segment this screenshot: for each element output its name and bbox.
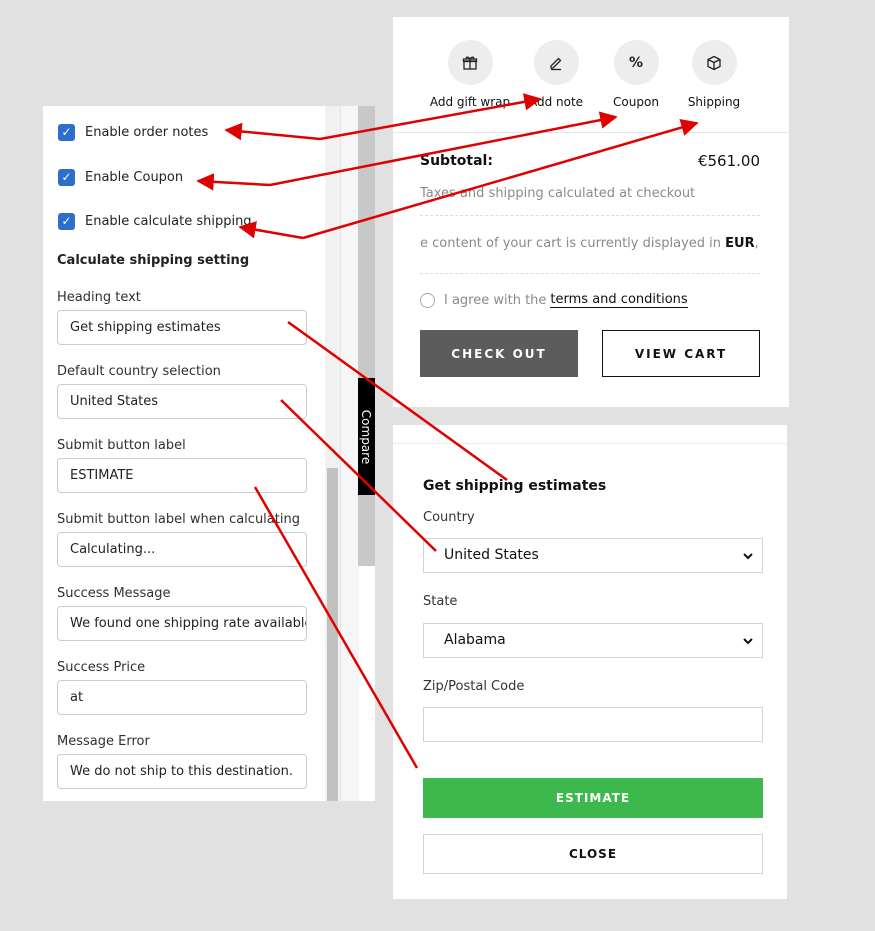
submit-calculating-label: Submit button label when calculating	[57, 512, 300, 527]
country-select[interactable]: United States	[423, 538, 763, 573]
zip-label: Zip/Postal Code	[423, 679, 525, 694]
success-price-label: Success Price	[57, 660, 146, 675]
success-price-input[interactable]: at	[57, 680, 307, 715]
enable-coupon-checkbox-row[interactable]: ✓ Enable Coupon	[58, 169, 183, 186]
success-message-label: Success Message	[57, 586, 171, 601]
compare-tab-label: Compare	[359, 409, 374, 464]
subtotal-value: €561.00	[697, 152, 760, 170]
submit-button-label-input[interactable]: ESTIMATE	[57, 458, 307, 493]
country-label: Country	[423, 510, 475, 525]
state-label: State	[423, 594, 458, 609]
shipping-top-divider	[393, 443, 787, 444]
zip-input[interactable]	[423, 707, 763, 742]
scrollbar-thumb[interactable]	[327, 468, 338, 801]
enable-order-notes-label: Enable order notes	[85, 125, 209, 140]
enable-calculate-shipping-checkbox[interactable]: ✓	[58, 213, 75, 230]
enable-order-notes-checkbox[interactable]: ✓	[58, 124, 75, 141]
shipping-button[interactable]: Shipping	[669, 40, 759, 109]
dashed-divider	[420, 215, 760, 216]
cart-divider	[393, 132, 789, 133]
coupon-button[interactable]: % Coupon	[591, 40, 681, 109]
settings-content: ✓ Enable order notes ✓ Enable Coupon ✓ E…	[43, 106, 325, 801]
shipping-label: Shipping	[687, 95, 741, 109]
enable-coupon-checkbox[interactable]: ✓	[58, 169, 75, 186]
currency-note-suffix: , t	[754, 236, 760, 251]
success-message-input[interactable]: We found one shipping rate available	[57, 606, 307, 641]
currency-code: EUR	[725, 236, 755, 251]
tax-note: Taxes and shipping calculated at checkou…	[420, 186, 696, 201]
state-select[interactable]: Alabama	[423, 623, 763, 658]
percent-icon: %	[613, 40, 659, 85]
default-country-label: Default country selection	[57, 364, 221, 379]
state-value: Alabama	[444, 632, 506, 648]
submit-button-label-label: Submit button label	[57, 438, 186, 453]
heading-text-input[interactable]: Get shipping estimates	[57, 310, 307, 345]
enable-calculate-shipping-label: Enable calculate shipping	[85, 214, 252, 229]
terms-agree-radio[interactable]	[420, 292, 435, 308]
currency-note: e content of your cart is currently disp…	[420, 236, 760, 251]
cart-panel: Add gift wrap Add note % Coupon Shipping…	[393, 17, 789, 407]
settings-panel: ✓ Enable order notes ✓ Enable Coupon ✓ E…	[43, 106, 375, 801]
country-value: United States	[444, 547, 539, 563]
preview-edge	[340, 106, 359, 801]
terms-link[interactable]: terms and conditions	[550, 292, 688, 308]
coupon-label: Coupon	[613, 95, 659, 109]
enable-coupon-label: Enable Coupon	[85, 170, 184, 185]
currency-note-prefix: e content of your cart is currently disp…	[420, 236, 721, 251]
compare-tab[interactable]: Compare	[358, 378, 375, 495]
checkout-button[interactable]: CHECK OUT	[420, 330, 578, 377]
chevron-down-icon	[743, 638, 753, 645]
calculate-shipping-heading: Calculate shipping setting	[57, 253, 250, 268]
gift-icon	[447, 40, 493, 85]
dashed-divider	[420, 273, 760, 274]
shipping-estimate-panel: Get shipping estimates Country United St…	[393, 425, 787, 899]
chevron-down-icon	[743, 553, 753, 560]
default-country-input[interactable]: United States	[57, 384, 307, 419]
box-icon	[691, 40, 737, 85]
message-error-input[interactable]: We do not ship to this destination.	[57, 754, 307, 789]
submit-calculating-input[interactable]: Calculating...	[57, 532, 307, 567]
add-gift-wrap-label: Add gift wrap	[429, 95, 511, 109]
agree-text: I agree with the	[444, 292, 547, 308]
pencil-icon	[533, 40, 579, 85]
add-gift-wrap-button[interactable]: Add gift wrap	[425, 40, 515, 109]
view-cart-button[interactable]: VIEW CART	[602, 330, 760, 377]
heading-text-label: Heading text	[57, 290, 141, 305]
enable-calculate-shipping-checkbox-row[interactable]: ✓ Enable calculate shipping	[58, 213, 252, 230]
terms-agree-row[interactable]: I agree with the terms and conditions	[420, 292, 688, 308]
estimate-button[interactable]: ESTIMATE	[423, 778, 763, 818]
subtotal-label: Subtotal:	[420, 153, 493, 169]
add-note-button[interactable]: Add note	[511, 40, 601, 109]
preview-scrollbar[interactable]	[358, 106, 375, 566]
add-note-label: Add note	[528, 95, 584, 109]
close-button[interactable]: CLOSE	[423, 834, 763, 874]
enable-order-notes-checkbox-row[interactable]: ✓ Enable order notes	[58, 124, 208, 141]
shipping-heading: Get shipping estimates	[423, 478, 607, 494]
message-error-label: Message Error	[57, 734, 150, 749]
